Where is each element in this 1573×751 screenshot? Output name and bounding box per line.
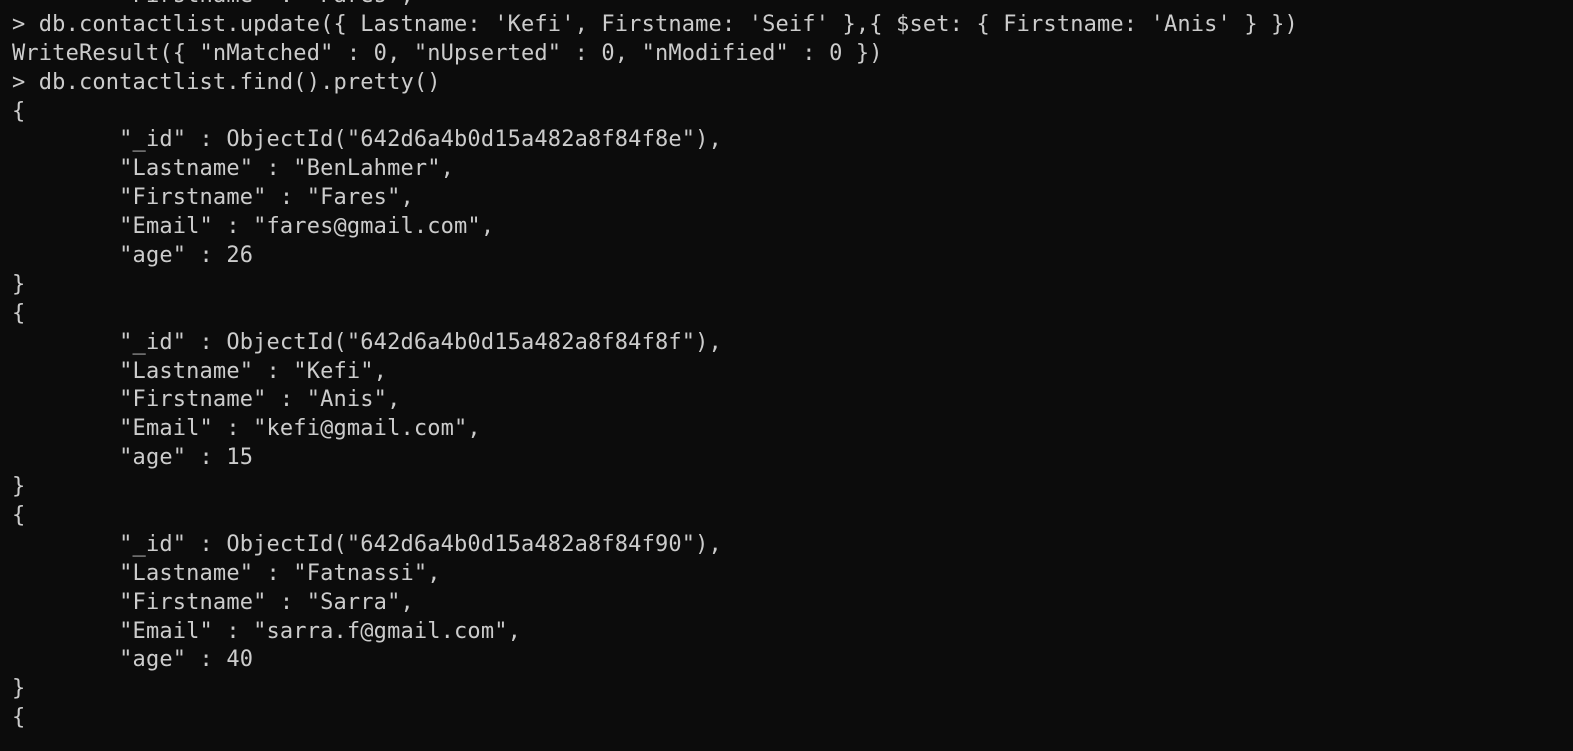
terminal-line: } xyxy=(12,676,26,702)
terminal-line: "Lastname" : "BenLahmer", xyxy=(12,156,455,182)
terminal-line: > db.contactlist.update({ Lastname: 'Kef… xyxy=(12,11,1298,37)
terminal-line: "_id" : ObjectId("642d6a4b0d15a482a8f84f… xyxy=(12,127,722,153)
terminal-line: "age" : 15 xyxy=(12,445,254,471)
terminal-line: { xyxy=(12,300,26,326)
terminal-line: } xyxy=(12,474,26,500)
terminal-line: "Firstname" : "Fares", xyxy=(12,185,414,211)
terminal-line: "_id" : ObjectId("642d6a4b0d15a482a8f84f… xyxy=(12,329,722,355)
terminal-output: "Firstname" : "Fares",> db.contactlist.u… xyxy=(12,0,1298,733)
terminal-line: WriteResult({ "nMatched" : 0, "nUpserted… xyxy=(12,40,883,66)
terminal-line: "Lastname" : "Fatnassi", xyxy=(12,560,441,586)
terminal-line: } xyxy=(12,271,26,297)
terminal-line: > db.contactlist.find().pretty() xyxy=(12,69,441,95)
terminal-line: { xyxy=(12,98,26,124)
terminal-window[interactable]: "Firstname" : "Fares",> db.contactlist.u… xyxy=(0,0,1573,751)
terminal-line: "Email" : "sarra.f@gmail.com", xyxy=(12,618,522,644)
terminal-line: "Email" : "kefi@gmail.com", xyxy=(12,416,481,442)
terminal-line: "age" : 26 xyxy=(12,243,254,269)
terminal-line: "Email" : "fares@gmail.com", xyxy=(12,214,495,240)
terminal-line: "Lastname" : "Kefi", xyxy=(12,358,388,384)
terminal-line: "Firstname" : "Sarra", xyxy=(12,589,414,615)
terminal-line: "age" : 40 xyxy=(12,647,254,673)
terminal-line: "_id" : ObjectId("642d6a4b0d15a482a8f84f… xyxy=(12,531,722,557)
terminal-line: { xyxy=(12,503,26,529)
terminal-line: { xyxy=(12,705,26,731)
terminal-line: "Firstname" : "Fares", xyxy=(12,0,1298,11)
terminal-line: "Firstname" : "Anis", xyxy=(12,387,401,413)
